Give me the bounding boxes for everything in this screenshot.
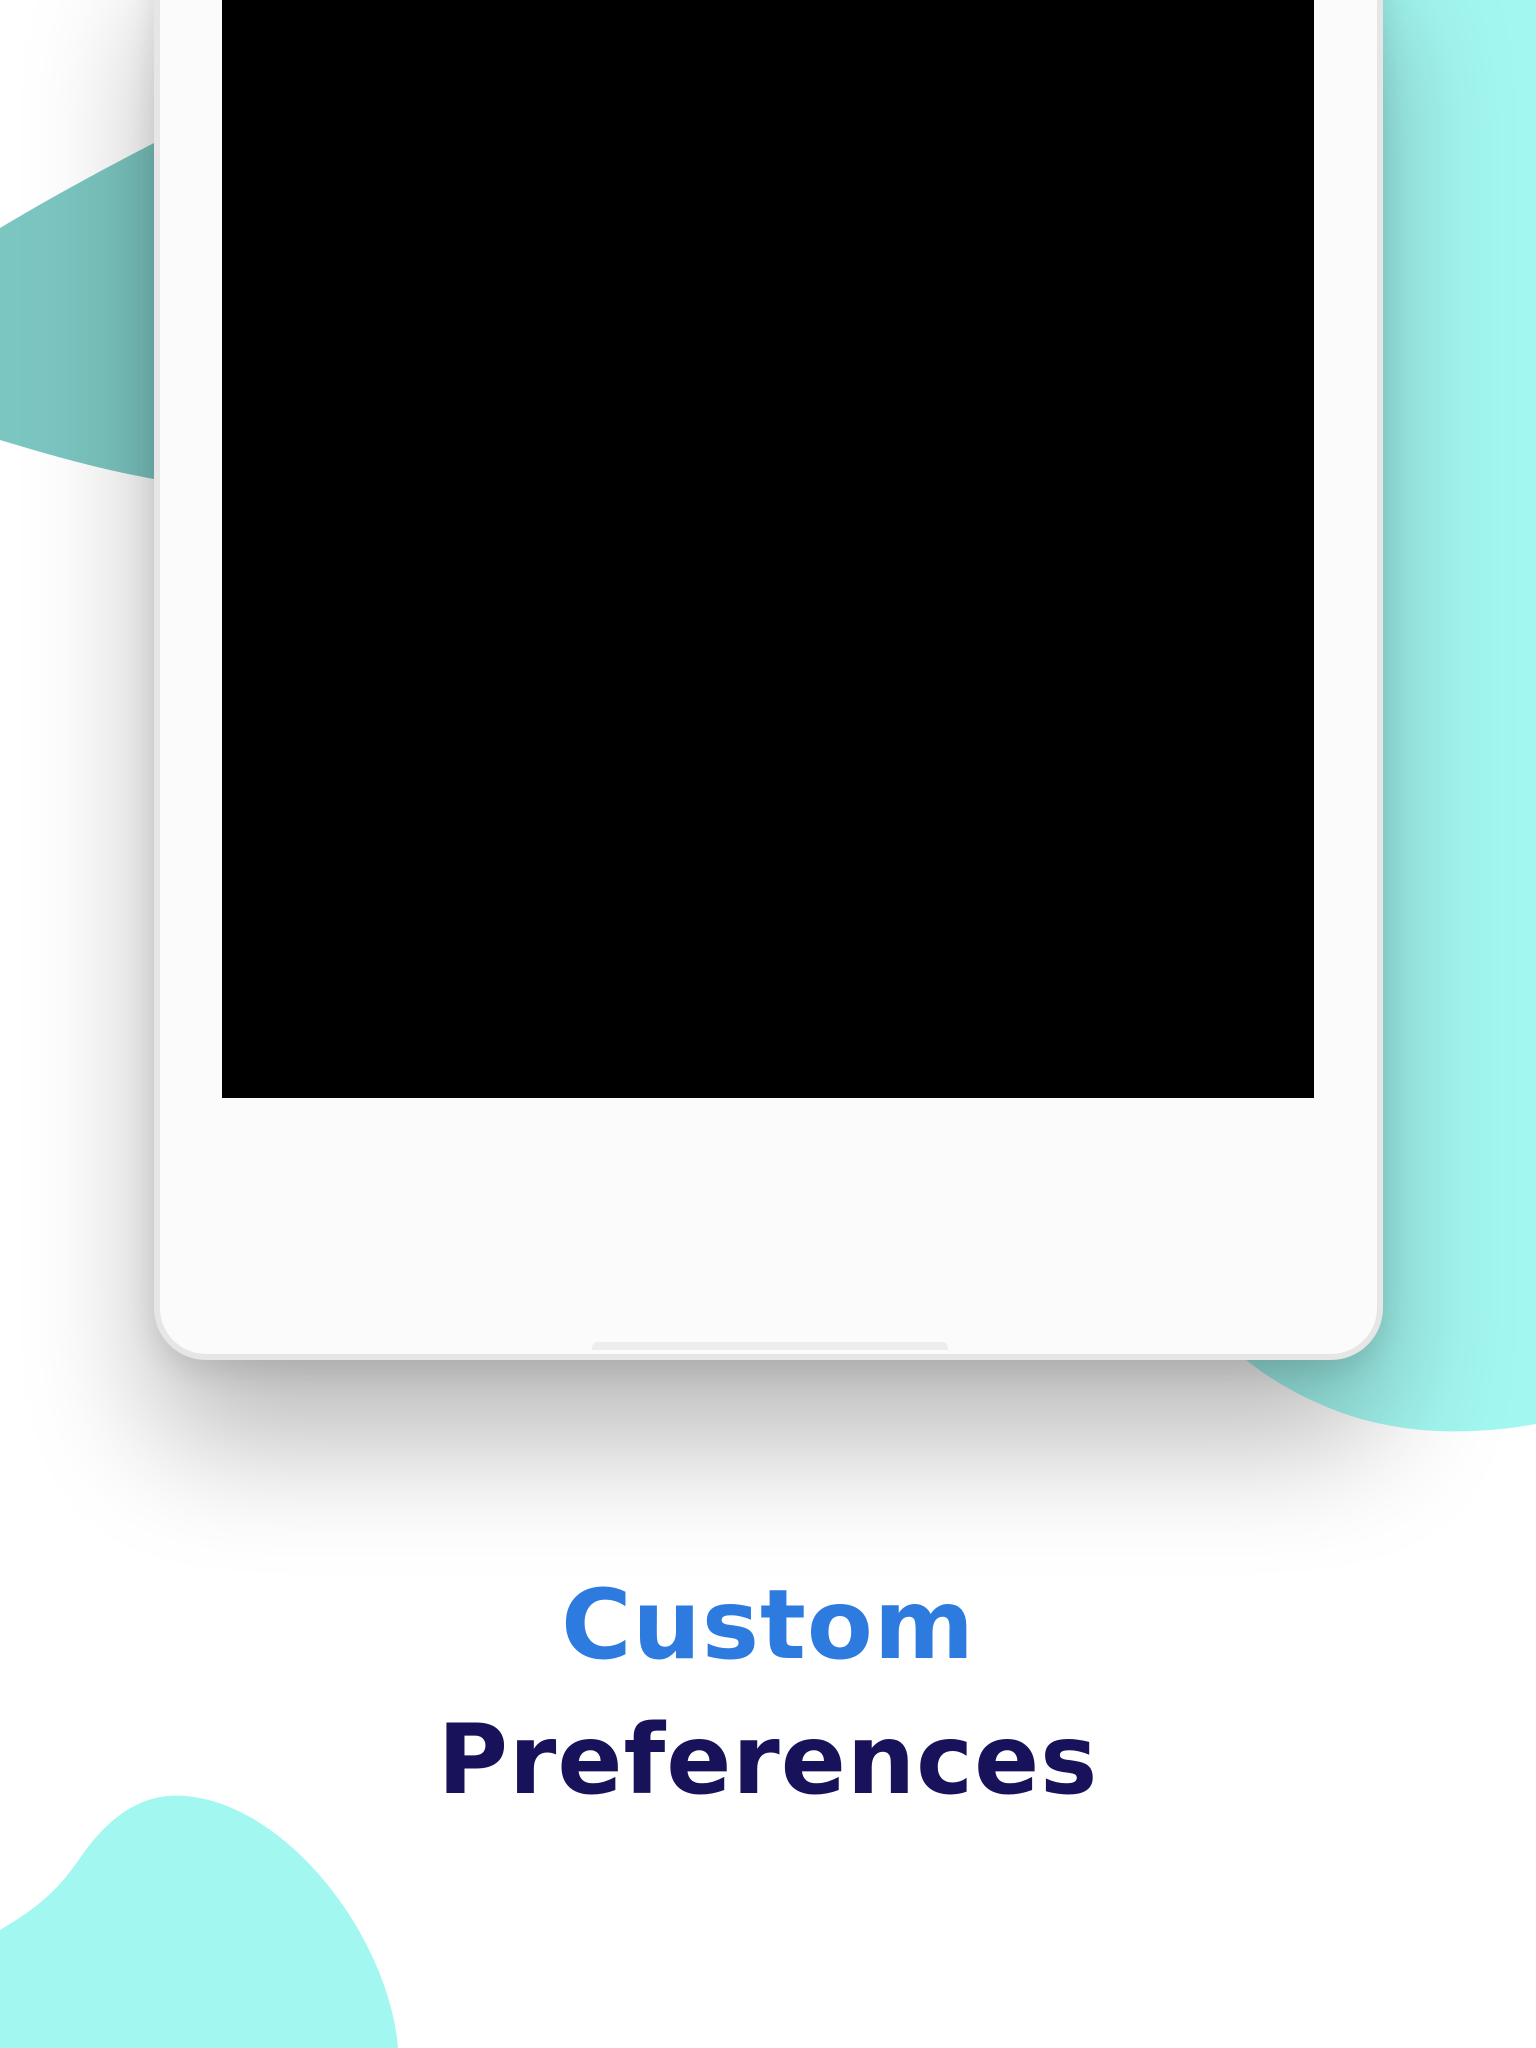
caption-title: Preferences [437, 1704, 1099, 1816]
tablet-screen [222, 0, 1314, 1098]
left-teal-wave [0, 140, 160, 480]
caption-title-highlight: Custom [561, 1569, 975, 1681]
home-indicator [592, 1342, 948, 1350]
tablet-device-frame [154, 0, 1383, 1360]
caption: Custom Preferences [0, 1560, 1536, 1830]
bottom-left-teal-blob [0, 1795, 398, 2048]
